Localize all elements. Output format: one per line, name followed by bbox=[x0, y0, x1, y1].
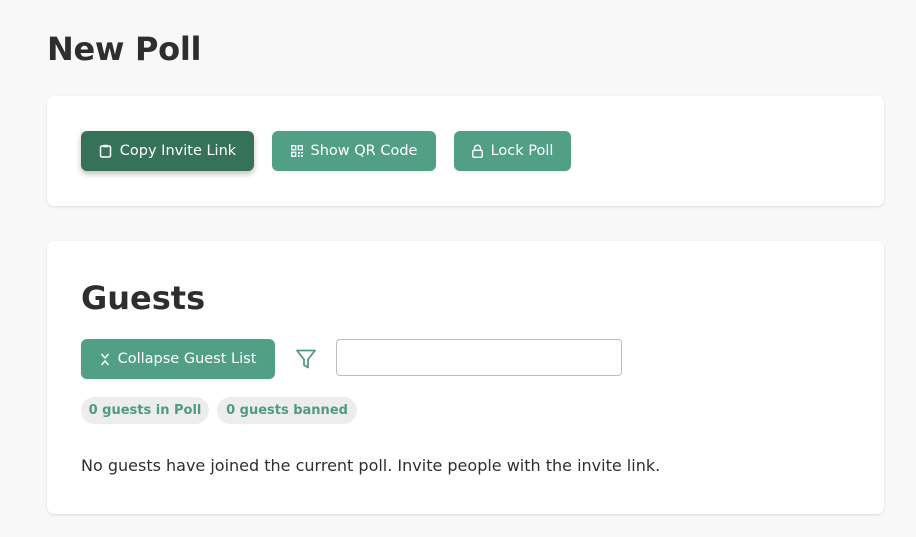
lock-icon bbox=[471, 144, 483, 158]
qr-code-icon bbox=[290, 145, 303, 157]
filter-icon[interactable] bbox=[295, 348, 317, 374]
lock-poll-button[interactable]: Lock Poll bbox=[454, 131, 571, 171]
guests-card: Guests Collapse Guest List 0 guests in P… bbox=[47, 241, 884, 514]
copy-invite-link-button[interactable]: Copy Invite Link bbox=[81, 131, 254, 171]
show-qr-code-label: Show QR Code bbox=[310, 143, 418, 159]
show-qr-code-button[interactable]: Show QR Code bbox=[272, 131, 436, 171]
page-title: New Poll bbox=[47, 30, 202, 68]
clipboard-icon bbox=[99, 144, 112, 158]
guests-in-poll-badge: 0 guests in Poll bbox=[81, 397, 209, 424]
lock-poll-label: Lock Poll bbox=[490, 143, 554, 159]
guests-heading: Guests bbox=[81, 279, 206, 317]
guest-search-input[interactable] bbox=[336, 339, 622, 376]
empty-guests-message: No guests have joined the current poll. … bbox=[81, 456, 661, 475]
collapse-guest-list-label: Collapse Guest List bbox=[117, 351, 257, 367]
poll-actions-card: Copy Invite Link Show QR Code Lock Poll bbox=[47, 96, 884, 206]
collapse-guest-list-button[interactable]: Collapse Guest List bbox=[81, 339, 275, 379]
collapse-icon bbox=[100, 353, 110, 366]
guests-banned-badge: 0 guests banned bbox=[217, 397, 357, 424]
copy-invite-link-label: Copy Invite Link bbox=[119, 143, 237, 159]
